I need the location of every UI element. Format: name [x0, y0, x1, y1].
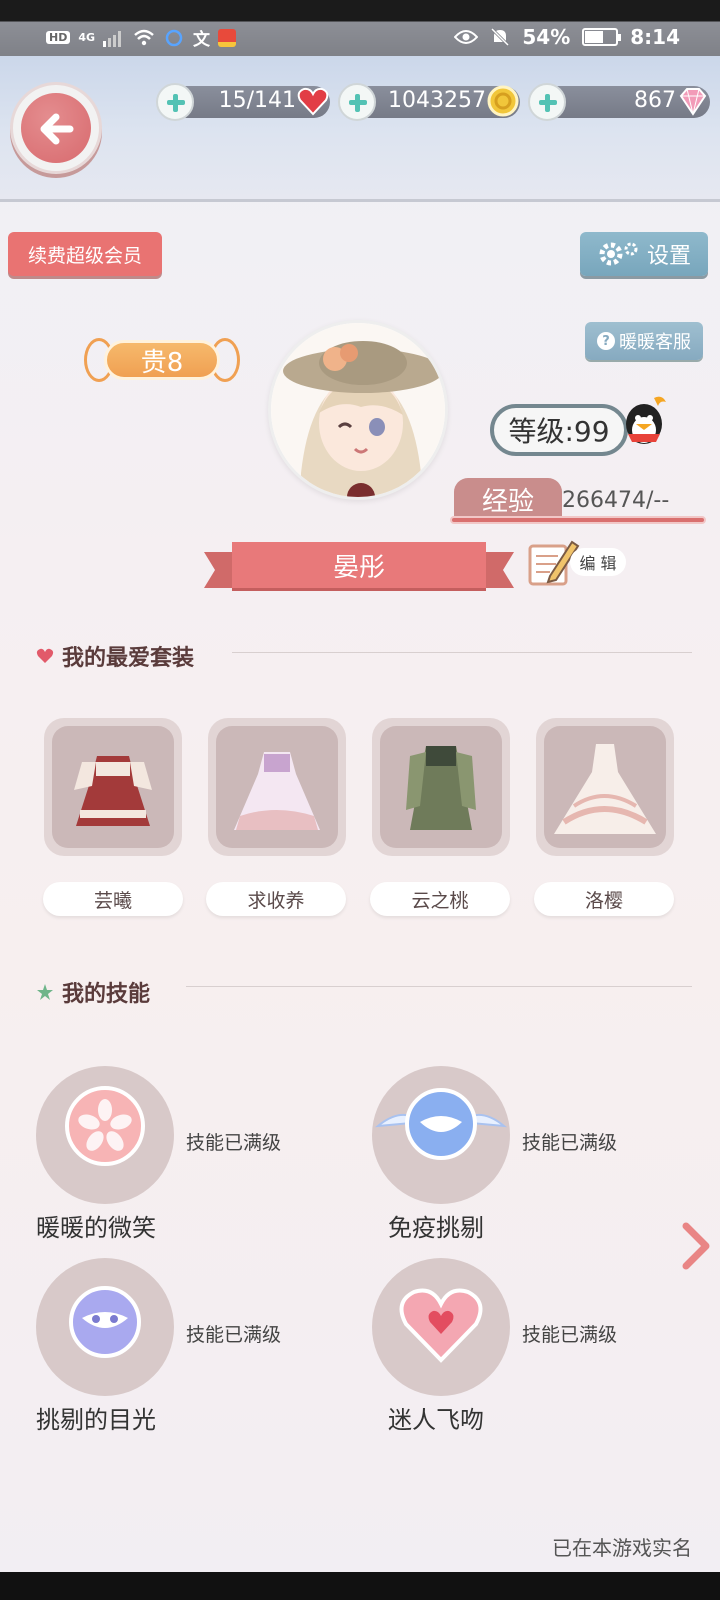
- renew-vip-label: 续费超级会员: [27, 244, 142, 267]
- vip-badge[interactable]: 贵8: [82, 334, 242, 388]
- skill-name: 暖暖的微笑: [36, 1214, 156, 1242]
- signal-bars-icon: [103, 30, 122, 47]
- eye-icon: [454, 30, 479, 44]
- favorite-suit-4[interactable]: [536, 718, 674, 856]
- suit-name: 求收养: [247, 889, 305, 912]
- exp-label: 经验: [481, 486, 534, 517]
- back-arrow-icon: [40, 113, 74, 145]
- battery-icon: [582, 28, 622, 46]
- mute-bell-icon: [491, 27, 510, 47]
- ime-indicator: 文: [193, 30, 211, 50]
- skill-immune[interactable]: [372, 1066, 510, 1204]
- diamond-counter: 867: [528, 83, 710, 121]
- settings-label: 设置: [646, 244, 691, 269]
- customer-service-label: 暖暖客服: [619, 332, 691, 353]
- edit-label: 编 辑: [579, 554, 617, 573]
- suit-name: 云之桃: [411, 889, 469, 912]
- hd-indicator: HD: [46, 31, 71, 44]
- clock: 8:14: [630, 25, 680, 49]
- add-stamina-button[interactable]: [156, 83, 194, 121]
- suit-label-4[interactable]: 洛樱: [534, 882, 674, 916]
- add-diamond-button[interactable]: [528, 83, 566, 121]
- skill-smile[interactable]: [36, 1066, 174, 1204]
- exp-label-tag: 经验: [454, 478, 562, 520]
- stamina-counter: 15/141: [156, 83, 330, 121]
- suit-name: 洛樱: [584, 889, 623, 912]
- skills-title: 我的技能: [62, 982, 151, 1007]
- signal-indicator: 4G: [78, 31, 96, 44]
- app-notification-icon: [218, 28, 237, 47]
- skill-picky-gaze[interactable]: [36, 1258, 174, 1396]
- gear-icon: [599, 242, 638, 266]
- chevron-right-icon[interactable]: [680, 1222, 712, 1270]
- edit-nickname-button[interactable]: 编 辑: [526, 536, 630, 590]
- headset-app-icon: [165, 29, 183, 46]
- heart-orb-icon: [399, 1288, 483, 1363]
- renew-vip-button[interactable]: 续费超级会员: [8, 232, 162, 276]
- system-nav-bar: [0, 1572, 720, 1600]
- skill-status: 技能已满级: [186, 1132, 282, 1154]
- customer-service-button[interactable]: ? 暖暖客服: [585, 322, 703, 360]
- realname-note: 已在本游戏实名: [552, 1536, 692, 1560]
- wifi-icon: [134, 29, 154, 45]
- skill-name: 迷人飞吻: [388, 1406, 484, 1434]
- add-gold-button[interactable]: [338, 83, 376, 121]
- dress-icon: [406, 746, 476, 830]
- favorites-section-title: 我的最爱套装: [36, 640, 194, 672]
- skills-divider: [186, 986, 692, 987]
- suit-label-2[interactable]: 求收养: [206, 882, 346, 916]
- exp-progress-bar: [450, 516, 706, 524]
- dress-icon: [234, 752, 320, 830]
- star-small-icon: [37, 984, 53, 1000]
- settings-button[interactable]: 设置: [580, 232, 708, 276]
- suit-label-1[interactable]: 芸曦: [43, 882, 183, 916]
- favorite-suit-1[interactable]: [44, 718, 182, 856]
- level-badge: 等级:99: [490, 404, 628, 456]
- skill-flying-kiss[interactable]: [372, 1258, 510, 1396]
- favorite-suit-3[interactable]: [372, 718, 510, 856]
- suit-label-3[interactable]: 云之桃: [370, 882, 510, 916]
- skill-status: 技能已满级: [186, 1324, 282, 1346]
- avatar[interactable]: [268, 320, 448, 500]
- help-icon: ?: [597, 332, 615, 350]
- battery-percent: 54%: [522, 25, 571, 49]
- skill-name: 挑剔的目光: [36, 1406, 156, 1434]
- winged-mask-orb-icon: [374, 1088, 508, 1160]
- skill-name: 免疫挑剔: [388, 1214, 484, 1242]
- status-bar: HD 4G 文 54% 8:14: [0, 0, 720, 56]
- diamond-value: 867: [634, 88, 676, 113]
- exp-value: 266474/--: [562, 488, 670, 513]
- skill-status: 技能已满级: [522, 1132, 618, 1154]
- favorites-divider: [232, 652, 692, 653]
- gold-counter: 1043257: [338, 83, 520, 121]
- skills-section-title: 我的技能: [36, 976, 150, 1008]
- nickname-ribbon: 晏彤: [204, 540, 514, 598]
- vip-level-text: 贵8: [140, 347, 184, 378]
- diamond-icon: [679, 88, 707, 116]
- qq-penguin-icon[interactable]: [622, 394, 670, 450]
- sakura-orb-icon: [65, 1086, 145, 1166]
- level-text: 等级:99: [508, 415, 610, 448]
- back-button[interactable]: [10, 82, 102, 174]
- favorites-title: 我的最爱套装: [62, 646, 195, 671]
- dress-icon: [554, 744, 656, 834]
- suit-name: 芸曦: [93, 889, 132, 912]
- profile-screen: HD 4G 文 54% 8:14 15/141 1043257 867 续费超级…: [0, 0, 720, 1600]
- stamina-value: 15/141: [218, 88, 296, 113]
- skill-status: 技能已满级: [522, 1324, 618, 1346]
- resource-header: 15/141 1043257 867: [0, 56, 720, 202]
- gold-value: 1043257: [388, 88, 486, 113]
- favorite-suit-2[interactable]: [208, 718, 346, 856]
- heart-small-icon: [36, 648, 54, 663]
- gold-coin-icon: [487, 85, 519, 117]
- mask-orb-icon: [69, 1286, 141, 1358]
- heart-icon: [297, 87, 329, 116]
- avatar-portrait-icon: [271, 323, 445, 497]
- dress-icon: [74, 756, 152, 826]
- nickname: 晏彤: [332, 552, 385, 583]
